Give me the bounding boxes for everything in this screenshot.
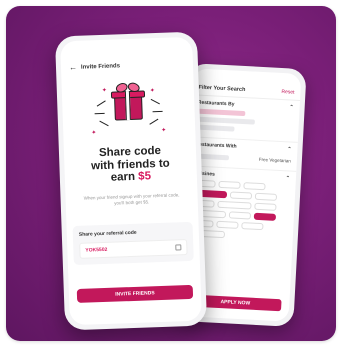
filter-title: Filter Your Search <box>198 84 246 94</box>
cuisine-chip[interactable] <box>216 220 239 229</box>
cuisine-chips <box>190 179 290 242</box>
cuisine-chip[interactable] <box>241 222 264 231</box>
cuisine-chip[interactable] <box>243 182 266 191</box>
referral-code-card: Share your referral code YOK5502 <box>72 221 194 265</box>
chevron-icon[interactable]: ⌃ <box>289 104 294 110</box>
invite-phone: ← Invite Friends ✦ ✦ ✦ ✦ Share code with… <box>54 31 208 331</box>
invite-header: ← Invite Friends <box>60 37 193 79</box>
chevron-icon[interactable]: ⌃ <box>287 146 292 152</box>
cuisine-chip[interactable] <box>229 191 253 200</box>
back-arrow-icon[interactable]: ← <box>69 63 77 72</box>
invite-screen: ← Invite Friends ✦ ✦ ✦ ✦ Share code with… <box>60 36 202 326</box>
option[interactable] <box>196 116 255 125</box>
cuisine-chip-selected[interactable] <box>253 212 277 221</box>
headline: Share code with friends to earn $5 <box>90 144 170 184</box>
description: When your friend signup with your referr… <box>83 191 180 206</box>
section-title: Restaurants By <box>197 99 235 108</box>
referral-code-field[interactable]: YOK5502 <box>79 238 188 259</box>
invite-friends-button[interactable]: INVITE FRIENDS <box>76 284 194 303</box>
copy-icon[interactable] <box>175 243 182 250</box>
cuisine-chip[interactable] <box>228 211 252 220</box>
code-label: Share your referral code <box>78 229 137 238</box>
gift-icon: ✦ ✦ ✦ ✦ <box>62 80 196 147</box>
section-title: Restaurants With <box>195 141 237 150</box>
cuisine-chip[interactable] <box>218 180 241 189</box>
referral-code: YOK5502 <box>85 246 108 254</box>
filter-section-restaurants-by: Restaurants By ⌃ <box>189 95 301 143</box>
option-label[interactable]: Free Vegetarian <box>259 157 291 164</box>
reward-amount: $5 <box>137 170 152 183</box>
option-selected[interactable] <box>197 108 246 117</box>
cuisine-chip[interactable] <box>217 200 252 210</box>
option[interactable] <box>196 124 235 132</box>
cuisine-chip[interactable] <box>254 192 278 201</box>
promo-card: Filter Your Search Reset Restaurants By ⌃… <box>6 6 336 341</box>
cuisine-chip[interactable] <box>254 202 277 211</box>
reset-link[interactable]: Reset <box>281 89 294 96</box>
chevron-icon[interactable]: ⌃ <box>286 175 291 181</box>
page-title: Invite Friends <box>80 62 121 71</box>
